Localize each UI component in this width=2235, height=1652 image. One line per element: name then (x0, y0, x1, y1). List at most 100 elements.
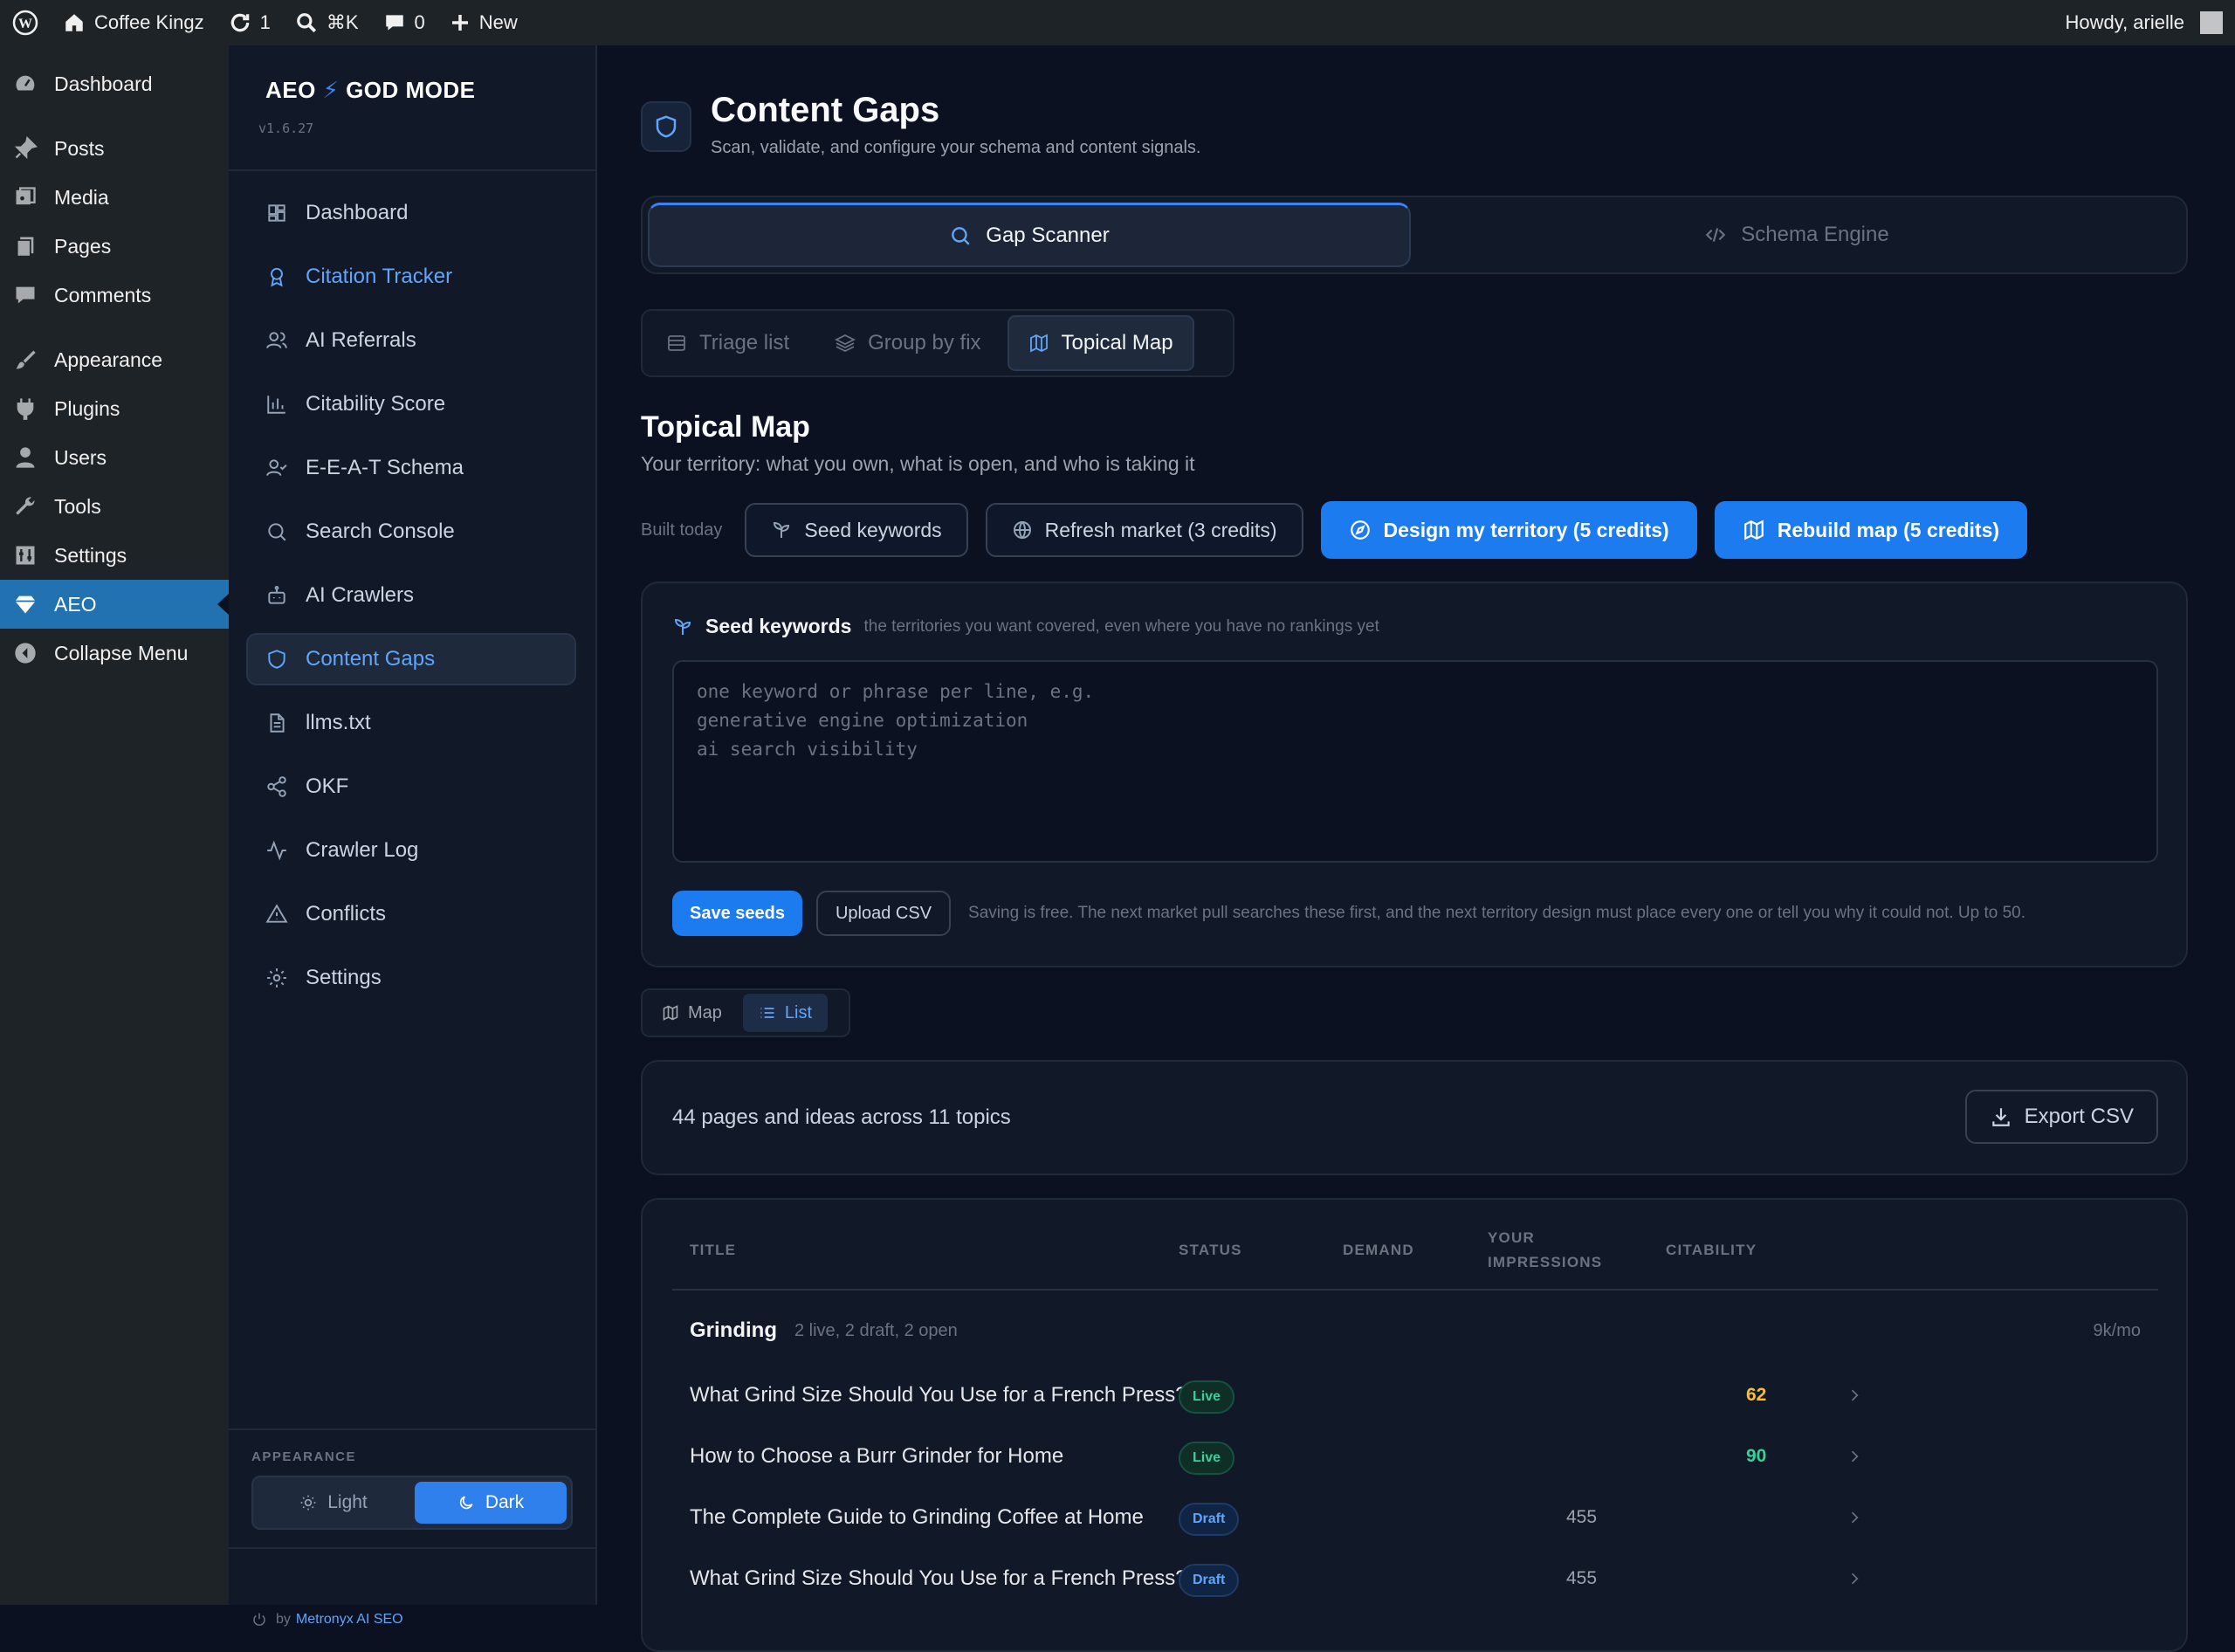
wp-menu-dashboard[interactable]: Dashboard (0, 59, 229, 108)
map-icon (1029, 334, 1048, 353)
page-subtitle: Scan, validate, and configure your schem… (711, 138, 1201, 157)
search-icon (295, 11, 318, 34)
nav-settings[interactable]: Settings (246, 952, 576, 1004)
rebuild-map-button[interactable]: Rebuild map (5 credits) (1714, 501, 2028, 559)
nav-content-gaps[interactable]: Content Gaps (246, 633, 576, 685)
seed-note: Saving is free. The next market pull sea… (968, 904, 2026, 922)
nav-okf[interactable]: OKF (246, 761, 576, 813)
bot-icon (268, 585, 285, 604)
wp-menu-aeo[interactable]: AEO (0, 580, 229, 629)
nav-citation-tracker[interactable]: Citation Tracker (246, 251, 576, 303)
divider (672, 1289, 2158, 1291)
main-tabs: Gap Scanner Schema Engine (641, 196, 2188, 274)
wp-menu-media[interactable]: Media (0, 173, 229, 222)
design-territory-button[interactable]: Design my territory (5 credits) (1320, 501, 1697, 559)
status-badge: Draft (1179, 1503, 1240, 1536)
chevron-right-icon[interactable] (1846, 1570, 1863, 1587)
map-mode-button[interactable]: Map (646, 994, 738, 1032)
row-citability: 90 (1746, 1446, 1767, 1466)
map-list-toggle: Map List (641, 988, 850, 1037)
metronyx-link[interactable]: Metronyx AI SEO (296, 1612, 403, 1628)
updates-count: 1 (259, 11, 271, 33)
nav-ai-crawlers[interactable]: AI Crawlers (246, 569, 576, 622)
column-header-demand: DEMAND (1343, 1242, 1414, 1258)
seed-keywords-button[interactable]: Seed keywords (745, 503, 968, 557)
account-menu[interactable]: Howdy, arielle (2053, 0, 2235, 45)
column-header-impressions: YOUR IMPRESSIONS (1488, 1229, 1603, 1270)
chevron-right-icon[interactable] (1846, 1387, 1863, 1404)
sprout-icon (774, 521, 790, 538)
brand-logo: AEO ⚡ GOD MODE (265, 77, 476, 103)
seed-keywords-textarea[interactable] (672, 660, 2158, 863)
nav-ai-referrals[interactable]: AI Referrals (246, 314, 576, 367)
wordpress-icon: W (12, 10, 38, 36)
tab-schema-engine[interactable]: Schema Engine (1414, 203, 2179, 267)
chevron-right-icon[interactable] (1846, 1448, 1863, 1465)
light-theme-button[interactable]: Light (258, 1482, 409, 1524)
wp-menu-pages[interactable]: Pages (0, 222, 229, 271)
chevron-right-icon[interactable] (1846, 1509, 1863, 1526)
layers-icon (835, 334, 856, 353)
wp-menu-plugins[interactable]: Plugins (0, 384, 229, 433)
nav-citability-score[interactable]: Citability Score (246, 378, 576, 430)
search-icon (268, 523, 286, 541)
globe-icon (1013, 521, 1031, 540)
nav-crawler-log[interactable]: Crawler Log (246, 824, 576, 877)
wordpress-logo-button[interactable]: W (0, 0, 51, 45)
upload-csv-button[interactable]: Upload CSV (815, 891, 952, 936)
topic-group-header[interactable]: Grinding 2 live, 2 draft, 2 open 9k/mo (690, 1311, 2141, 1350)
refresh-market-button[interactable]: Refresh market (3 credits) (985, 503, 1303, 557)
plugin-sidebar: AEO ⚡ GOD MODE v1.6.27 Dashboard Citatio… (229, 45, 597, 1627)
new-content-link[interactable]: New (437, 0, 530, 45)
nav-search-console[interactable]: Search Console (246, 506, 576, 558)
wp-menu-tools[interactable]: Tools (0, 482, 229, 531)
table-row[interactable]: What Grind Size Should You Use for a Fre… (630, 1366, 2116, 1427)
download-icon (1991, 1108, 2010, 1126)
version-label: v1.6.27 (258, 120, 314, 136)
table-row[interactable]: What Grind Size Should You Use for a Fre… (630, 1549, 2116, 1610)
table-row[interactable]: The Complete Guide to Grinding Coffee at… (630, 1488, 2116, 1549)
tab-group-by-fix[interactable]: Group by fix (815, 315, 1000, 371)
code-icon (1705, 228, 1726, 242)
comments-count: 0 (414, 11, 425, 33)
shield-icon (641, 101, 691, 152)
wp-menu-appearance[interactable]: Appearance (0, 335, 229, 384)
search-shortcut: ⌘K (326, 11, 359, 33)
activity-icon (267, 840, 286, 861)
dark-theme-button[interactable]: Dark (415, 1482, 567, 1524)
wp-menu-comments[interactable]: Comments (0, 271, 229, 320)
tab-gap-scanner[interactable]: Gap Scanner (648, 203, 1411, 267)
tab-topical-map[interactable]: Topical Map (1007, 315, 1194, 371)
media-icon (12, 184, 38, 210)
list-box-icon (668, 335, 685, 351)
file-text-icon (270, 713, 285, 733)
updates-link[interactable]: 1 (217, 0, 283, 45)
site-name-link[interactable]: Coffee Kingz (51, 0, 217, 45)
nav-llms-txt[interactable]: llms.txt (246, 697, 576, 749)
divider (229, 169, 595, 171)
comments-link[interactable]: 0 (371, 0, 437, 45)
table-row[interactable]: How to Choose a Burr Grinder for Home Li… (630, 1427, 2116, 1488)
comments-icon (12, 282, 38, 308)
column-header-citability: CITABILITY (1666, 1242, 1757, 1258)
status-badge: Live (1179, 1380, 1235, 1414)
howdy-text: Howdy, arielle (2065, 11, 2184, 33)
section-title: Topical Map (641, 410, 810, 444)
export-csv-button[interactable]: Export CSV (1964, 1090, 2158, 1144)
wp-menu-collapse[interactable]: Collapse Menu (0, 629, 229, 678)
nav-eeat-schema[interactable]: E-E-A-T Schema (246, 442, 576, 494)
divider (229, 1428, 595, 1430)
wp-menu-settings[interactable]: Settings (0, 531, 229, 580)
nav-dashboard[interactable]: Dashboard (246, 187, 576, 239)
nav-conflicts[interactable]: Conflicts (246, 888, 576, 940)
plugin-nav: Dashboard Citation Tracker AI Referrals … (246, 187, 576, 1015)
wp-menu-users[interactable]: Users (0, 433, 229, 482)
tab-triage-list[interactable]: Triage list (647, 315, 808, 371)
appearance-label: APPEARANCE (251, 1449, 357, 1464)
list-mode-button[interactable]: List (742, 994, 829, 1032)
save-seeds-button[interactable]: Save seeds (672, 891, 802, 936)
svg-text:W: W (18, 17, 32, 31)
command-search-link[interactable]: ⌘K (283, 0, 371, 45)
row-impressions: 455 (1566, 1507, 1598, 1527)
wp-menu-posts[interactable]: Posts (0, 124, 229, 173)
